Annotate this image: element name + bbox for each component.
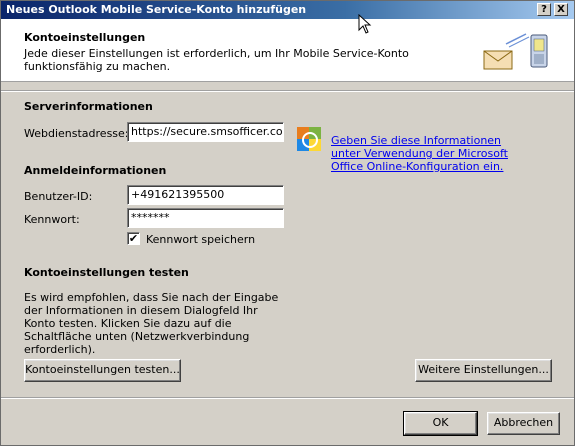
divider-bottom	[1, 397, 574, 399]
office-online-icon	[297, 127, 321, 151]
header-description: Jede dieser Einstellungen ist erforderli…	[24, 47, 409, 73]
mobile-mail-icon	[483, 33, 548, 70]
password-input[interactable]: *******	[127, 208, 284, 228]
save-password-label[interactable]: Kennwort speichern	[146, 233, 255, 246]
cancel-button[interactable]: Abbrechen	[487, 412, 560, 435]
header-panel: Kontoeinstellungen Jede dieser Einstellu…	[1, 19, 574, 82]
title-bar[interactable]: Neues Outlook Mobile Service-Konto hinzu…	[1, 1, 574, 19]
save-password-checkbox[interactable]: ✔	[127, 232, 140, 245]
webservice-label: Webdienstadresse:	[24, 127, 129, 140]
header-title: Kontoeinstellungen	[24, 31, 146, 44]
ok-button[interactable]: OK	[403, 411, 478, 436]
dialog-window: Neues Outlook Mobile Service-Konto hinzu…	[0, 0, 575, 446]
userid-label: Benutzer-ID:	[24, 190, 93, 203]
server-section-title: Serverinformationen	[24, 100, 153, 113]
more-settings-button[interactable]: Weitere Einstellungen...	[415, 359, 552, 382]
webservice-input[interactable]: https://secure.smsofficer.com/c	[127, 122, 284, 142]
office-online-config-link[interactable]: Geben Sie diese Informationen unter Verw…	[331, 134, 531, 173]
divider-top	[1, 90, 574, 92]
test-section-title: Kontoeinstellungen testen	[24, 266, 189, 279]
window-title: Neues Outlook Mobile Service-Konto hinzu…	[6, 3, 307, 16]
userid-input[interactable]: +491621395500	[127, 185, 284, 205]
test-description: Es wird empfohlen, dass Sie nach der Ein…	[24, 291, 279, 356]
password-label: Kennwort:	[24, 213, 80, 226]
test-account-button[interactable]: Kontoeinstellungen testen...	[24, 359, 181, 382]
help-button[interactable]: ?	[537, 3, 551, 16]
login-section-title: Anmeldeinformationen	[24, 164, 167, 177]
close-button[interactable]: X	[554, 3, 568, 16]
mouse-cursor-icon	[358, 14, 372, 34]
